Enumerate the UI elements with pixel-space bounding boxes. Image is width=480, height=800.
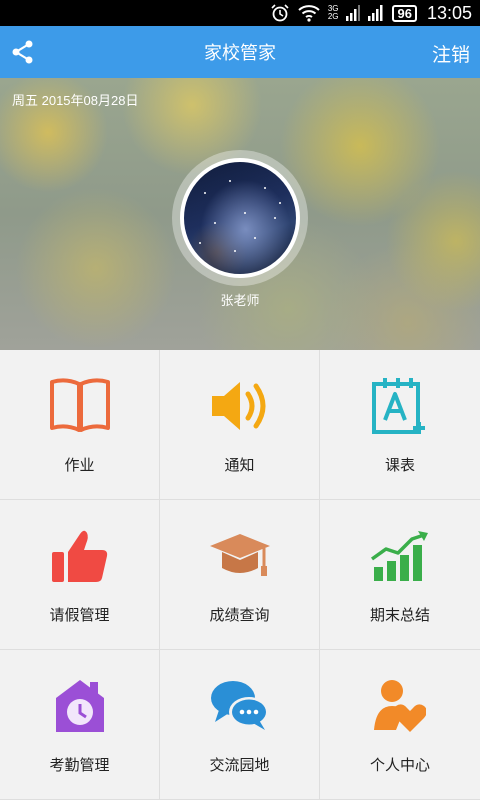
clock: 13:05	[426, 2, 472, 23]
network-2g-label: 2G	[327, 12, 339, 21]
status-bar: 3G 2G 96 13:05	[0, 0, 480, 26]
menu-label-community: 交流园地	[209, 757, 270, 774]
menu-item-leave[interactable]: 请假管理	[0, 500, 160, 650]
menu-label-summary: 期末总结	[369, 607, 430, 624]
profile-banner: 周五 2015年08月28日 张老师	[0, 78, 480, 350]
menu-item-schedule[interactable]: 课表	[320, 350, 480, 500]
menu-label-grades: 成绩查询	[209, 607, 270, 624]
menu-grid: 作业 通知 课表 请假管理 成绩查询 期末总结 考勤管理 交流园地 个人中心	[0, 350, 480, 800]
clock-house-icon	[48, 674, 112, 738]
menu-label-leave: 请假管理	[49, 607, 110, 624]
chat-bubbles-icon	[208, 674, 272, 738]
menu-item-homework[interactable]: 作业	[0, 350, 160, 500]
menu-label-notice: 通知	[224, 457, 255, 474]
share-icon[interactable]	[10, 39, 36, 65]
avatar-ring	[172, 150, 308, 286]
date-label: 周五 2015年08月28日	[12, 93, 139, 108]
page-title: 家校管家	[204, 43, 276, 63]
speaker-icon	[208, 374, 272, 438]
thumbs-up-icon	[48, 524, 112, 588]
signal-icon-1	[346, 5, 361, 21]
wifi-icon	[298, 4, 320, 22]
menu-item-attendance[interactable]: 考勤管理	[0, 650, 160, 800]
menu-item-summary[interactable]: 期末总结	[320, 500, 480, 650]
schedule-icon	[368, 374, 432, 438]
menu-label-profile: 个人中心	[369, 757, 430, 774]
menu-item-grades[interactable]: 成绩查询	[160, 500, 320, 650]
alarm-icon	[270, 4, 290, 22]
menu-label-attendance: 考勤管理	[49, 757, 110, 774]
graduation-cap-icon	[208, 524, 272, 588]
avatar[interactable]	[180, 158, 300, 278]
battery-indicator: 96	[392, 4, 417, 22]
logout-button[interactable]: 注销	[432, 40, 470, 67]
menu-item-profile[interactable]: 个人中心	[320, 650, 480, 800]
menu-item-notice[interactable]: 通知	[160, 350, 320, 500]
user-heart-icon	[368, 674, 432, 738]
menu-label-schedule: 课表	[384, 457, 415, 474]
menu-label-homework: 作业	[64, 457, 95, 474]
user-name: 张老师	[220, 293, 260, 308]
signal-icon-2	[368, 5, 384, 21]
network-type: 3G 2G	[328, 5, 339, 21]
app-header: 家校管家 注销	[0, 26, 480, 78]
bar-chart-icon	[368, 524, 432, 588]
book-icon	[48, 374, 112, 438]
menu-item-community[interactable]: 交流园地	[160, 650, 320, 800]
